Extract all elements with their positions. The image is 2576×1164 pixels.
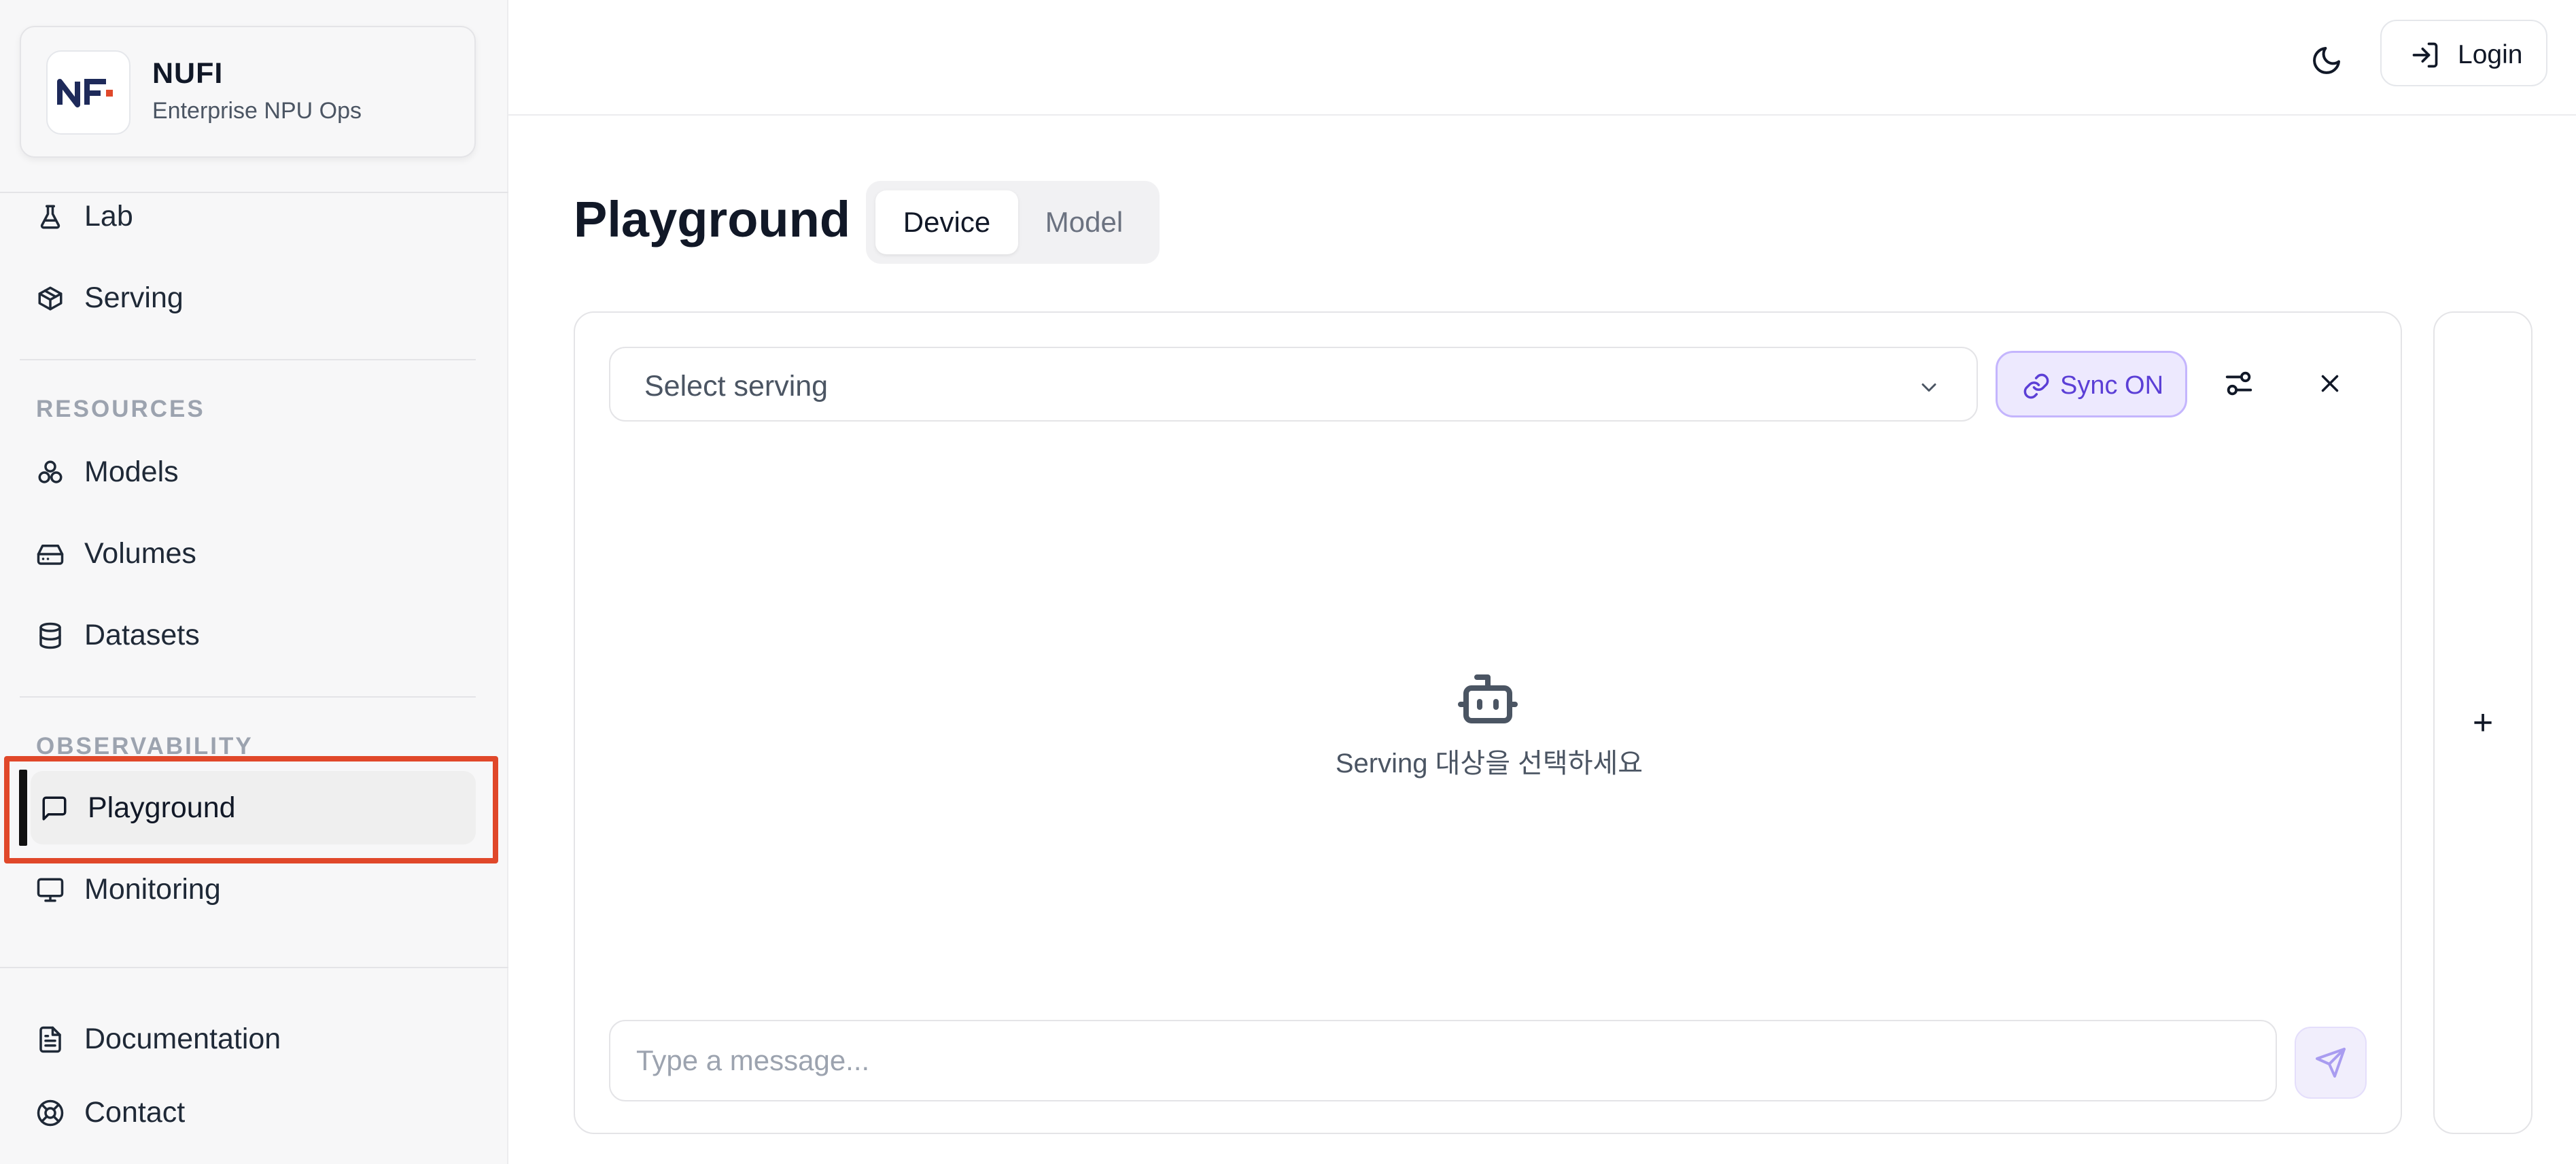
brand-card[interactable]: NUFI Enterprise NPU Ops — [20, 26, 476, 158]
theme-toggle-button[interactable] — [2296, 30, 2357, 91]
sidebar-item-lab[interactable]: Lab — [20, 179, 476, 253]
empty-state-message: Serving 대상을 선택하세요 — [1335, 749, 1643, 778]
brand-subtitle: Enterprise NPU Ops — [152, 98, 362, 124]
chat-panel: Select serving Sync ON Serving 대상을 선택하세요… — [574, 311, 2402, 1134]
file-text-icon — [39, 1026, 61, 1053]
close-button[interactable] — [2303, 356, 2357, 411]
sidebar-item-monitoring[interactable]: Monitoring — [20, 853, 476, 926]
login-button[interactable]: Login — [2380, 20, 2547, 86]
life-buoy-icon — [37, 1099, 64, 1127]
sidebar-item-label: Models — [84, 455, 179, 488]
cube-icon — [38, 286, 63, 311]
bot-icon — [1458, 674, 1518, 723]
add-panel-button[interactable]: + — [2433, 311, 2533, 1134]
link-icon — [2023, 373, 2049, 399]
tab-device[interactable]: Device — [875, 190, 1018, 254]
sidebar-divider — [0, 967, 508, 968]
login-label: Login — [2458, 40, 2523, 69]
sidebar-item-label: Monitoring — [84, 872, 221, 906]
models-icon — [38, 460, 63, 483]
sidebar-item-documentation[interactable]: Documentation — [20, 1002, 476, 1076]
top-header — [508, 0, 2576, 116]
close-icon — [2321, 375, 2339, 392]
section-heading-resources: RESOURCES — [36, 396, 205, 422]
message-input[interactable] — [609, 1020, 2277, 1101]
sidebar-divider — [20, 696, 476, 698]
sidebar-item-models[interactable]: Models — [20, 435, 476, 509]
sidebar: NUFI Enterprise NPU Ops Lab Serving RESO… — [0, 0, 508, 1164]
active-indicator — [19, 770, 27, 846]
sidebar-item-label: Lab — [84, 199, 133, 233]
serving-select-placeholder: Select serving — [644, 370, 829, 403]
serving-select[interactable]: Select serving — [609, 347, 1978, 422]
sidebar-item-contact[interactable]: Contact — [20, 1076, 476, 1149]
message-square-icon — [42, 796, 67, 821]
moon-icon — [2313, 47, 2340, 74]
sliders-icon — [2225, 371, 2252, 396]
sidebar-item-datasets[interactable]: Datasets — [20, 598, 476, 672]
section-heading-observability: OBSERVABILITY — [36, 733, 254, 759]
tab-model[interactable]: Model — [1020, 190, 1149, 254]
sidebar-item-label: Documentation — [84, 1022, 281, 1055]
log-in-icon — [2412, 42, 2438, 68]
brand-logo-icon — [46, 50, 130, 135]
sidebar-item-playground[interactable]: Playground — [31, 771, 476, 844]
sidebar-item-label: Volumes — [84, 536, 196, 570]
chevron-down-icon — [1921, 383, 1936, 392]
monitor-icon — [37, 878, 64, 902]
plus-icon: + — [2472, 703, 2494, 742]
app-root: NUFI Enterprise NPU Ops Lab Serving RESO… — [0, 0, 2576, 1164]
sidebar-item-label: Contact — [84, 1095, 186, 1129]
flask-icon — [40, 205, 60, 229]
database-icon — [39, 622, 61, 649]
page-title: Playground — [574, 191, 851, 247]
settings-button[interactable] — [2212, 356, 2266, 411]
send-button[interactable] — [2295, 1027, 2367, 1099]
sidebar-item-label: Datasets — [84, 618, 200, 651]
sync-toggle-button[interactable]: Sync ON — [1996, 351, 2187, 417]
sidebar-item-serving[interactable]: Serving — [20, 261, 476, 335]
send-icon — [2316, 1048, 2346, 1078]
tab-group: Device Model — [866, 181, 1160, 264]
sidebar-item-volumes[interactable]: Volumes — [20, 517, 476, 590]
brand-name: NUFI — [152, 57, 224, 90]
sidebar-divider — [20, 359, 476, 360]
sidebar-item-label: Serving — [84, 281, 184, 314]
sidebar-item-label: Playground — [88, 791, 236, 824]
hard-drive-icon — [37, 545, 64, 565]
sync-label: Sync ON — [2060, 371, 2164, 400]
